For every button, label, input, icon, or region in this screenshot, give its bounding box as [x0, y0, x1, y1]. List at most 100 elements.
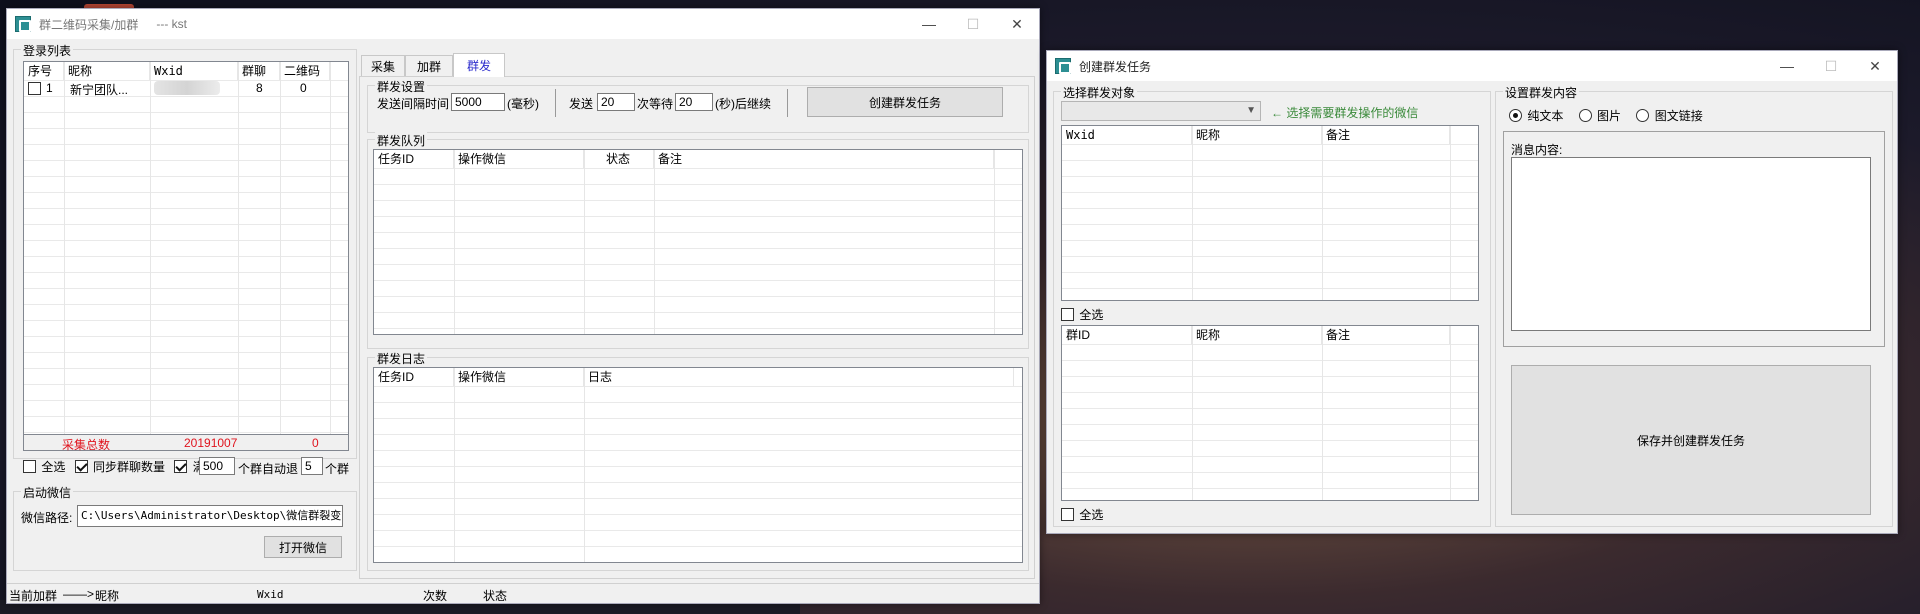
col-status[interactable]: 状态 [584, 150, 654, 168]
log-grid[interactable]: 任务ID 操作微信 日志 [373, 367, 1023, 563]
full-value-input[interactable]: 500 [199, 457, 235, 475]
status-current-label: 当前加群 [9, 589, 58, 603]
send-count-input[interactable]: 20 [597, 93, 635, 111]
col-log[interactable]: 日志 [584, 368, 1014, 386]
radio-link-label[interactable]: 图文链接 [1655, 109, 1703, 123]
main-titlebar[interactable]: 群二维码采集/加群 --- kst — ☐ ✕ [7, 9, 1039, 39]
chevron-down-icon: ▼ [1246, 105, 1256, 116]
radio-image[interactable] [1578, 109, 1592, 122]
col-wxid[interactable]: Wxid [150, 62, 238, 80]
queue-label: 群发队列 [375, 132, 428, 149]
radio-plain-text[interactable] [1509, 109, 1522, 122]
close-button[interactable]: ✕ [1853, 51, 1897, 81]
auto-exit-checkbox[interactable] [174, 460, 188, 473]
row-nickname: 新宁团队... [70, 83, 129, 97]
radio-link[interactable] [1636, 109, 1650, 122]
task-window-title: 创建群发任务 [1079, 59, 1152, 74]
create-mass-task-button[interactable]: 创建群发任务 [807, 87, 1003, 117]
col-remark[interactable]: 备注 [654, 150, 994, 168]
radio-image-label[interactable]: 图片 [1597, 109, 1621, 123]
tab-join-group[interactable]: 加群 [405, 55, 453, 77]
sync-group-label[interactable]: 同步群聊数量 [93, 460, 165, 474]
log-rows [374, 386, 1022, 562]
col-qrcodes[interactable]: 二维码 [280, 62, 330, 80]
footer-date: 20191007 [184, 436, 238, 450]
col-index[interactable]: 序号 [24, 62, 64, 80]
main-window: 群二维码采集/加群 --- kst — ☐ ✕ 登录列表 序号 昵称 Wxid … [6, 8, 1040, 604]
col-operator[interactable]: 操作微信 [454, 150, 584, 168]
queue-header: 任务ID 操作微信 状态 备注 [374, 150, 1022, 168]
row-wxid-blurred [154, 81, 220, 95]
options-row: 全选 同步群聊数量 满 [23, 458, 205, 478]
queue-grid[interactable]: 任务ID 操作微信 状态 备注 [373, 149, 1023, 335]
select-all-groups-label[interactable]: 全选 [1079, 508, 1103, 522]
wechat-list-header: Wxid 昵称 备注 [1062, 126, 1478, 144]
save-create-task-button[interactable]: 保存并创建群发任务 [1511, 365, 1871, 515]
wechat-list-grid[interactable]: Wxid 昵称 备注 [1061, 125, 1479, 301]
wait-label: 次等待 [637, 97, 674, 111]
content-type-options: 纯文本 图片 图文链接 [1509, 107, 1703, 124]
select-all-wechat-label[interactable]: 全选 [1079, 308, 1103, 322]
groups-suffix-label: 个群 [325, 462, 350, 476]
maximize-icon: ☐ [1824, 57, 1838, 74]
col-groups[interactable]: 群聊 [238, 62, 280, 80]
close-icon: ✕ [1869, 57, 1881, 74]
select-all-checkbox[interactable] [23, 460, 36, 473]
tab-mass-send[interactable]: 群发 [453, 53, 505, 77]
wait-seconds-input[interactable]: 20 [675, 93, 713, 111]
window-title: 群二维码采集/加群 [39, 17, 139, 32]
status-arrow: ——> [63, 587, 95, 601]
target-wechat-select[interactable]: ▼ [1061, 101, 1261, 121]
login-list-rows [24, 80, 348, 434]
status-state: 状态 [483, 589, 508, 603]
separator [555, 89, 556, 117]
select-all-wechat-checkbox[interactable] [1061, 308, 1074, 321]
col-remark[interactable]: 备注 [1322, 326, 1450, 344]
message-textarea[interactable] [1511, 157, 1871, 331]
col-nickname[interactable]: 昵称 [64, 62, 150, 80]
close-icon: ✕ [1011, 15, 1023, 32]
table-row[interactable]: 1 新宁团队... 8 0 [26, 81, 346, 97]
minimize-icon: — [922, 16, 936, 32]
radio-plain-text-label[interactable]: 纯文本 [1527, 109, 1563, 123]
close-button[interactable]: ✕ [995, 9, 1039, 39]
select-all-groups-checkbox[interactable] [1061, 508, 1074, 521]
select-all-label[interactable]: 全选 [41, 460, 65, 474]
task-window: 创建群发任务 — ☐ ✕ 选择群发对象 ▼ ← 选择需要群发操作的微信 Wxid… [1046, 50, 1898, 534]
interval-unit: (毫秒) [507, 97, 539, 111]
col-operator[interactable]: 操作微信 [454, 368, 584, 386]
window-subtitle: --- kst [156, 17, 187, 31]
row-checkbox[interactable] [28, 82, 41, 95]
group-list-rows [1062, 344, 1478, 500]
target-label: 选择群发对象 [1061, 84, 1138, 101]
sync-group-checkbox[interactable] [74, 460, 88, 473]
wechat-path-input[interactable]: C:\Users\Administrator\Desktop\微信群裂变\微 [77, 505, 343, 527]
minimize-button[interactable]: — [1765, 51, 1809, 81]
mass-settings-label: 群发设置 [375, 78, 428, 95]
maximize-button[interactable]: ☐ [1809, 51, 1853, 81]
interval-input[interactable]: 5000 [451, 93, 505, 111]
wechat-launch-group [13, 491, 357, 571]
status-count: 次数 [423, 589, 448, 603]
log-label: 群发日志 [375, 350, 428, 367]
login-list-grid[interactable]: 序号 昵称 Wxid 群聊 二维码 1 新宁团队... 8 0 [23, 61, 349, 435]
col-task-id[interactable]: 任务ID [374, 368, 454, 386]
col-nickname[interactable]: 昵称 [1192, 126, 1322, 144]
task-titlebar[interactable]: 创建群发任务 — ☐ ✕ [1047, 51, 1897, 81]
group-list-grid[interactable]: 群ID 昵称 备注 [1061, 325, 1479, 501]
auto-exit-input[interactable]: 5 [301, 457, 323, 475]
wechat-launch-label: 启动微信 [21, 484, 74, 501]
col-group-id[interactable]: 群ID [1062, 326, 1192, 344]
col-nickname[interactable]: 昵称 [1192, 326, 1322, 344]
maximize-button[interactable]: ☐ [951, 9, 995, 39]
maximize-icon: ☐ [966, 15, 980, 32]
status-nickname: 昵称 [95, 589, 120, 603]
open-wechat-button[interactable]: 打开微信 [264, 536, 342, 558]
tab-collect[interactable]: 采集 [361, 55, 405, 77]
col-task-id[interactable]: 任务ID [374, 150, 454, 168]
minimize-button[interactable]: — [907, 9, 951, 39]
message-label: 消息内容: [1511, 143, 1563, 157]
footer-count: 0 [312, 436, 319, 450]
col-wxid[interactable]: Wxid [1062, 126, 1192, 144]
col-remark[interactable]: 备注 [1322, 126, 1450, 144]
